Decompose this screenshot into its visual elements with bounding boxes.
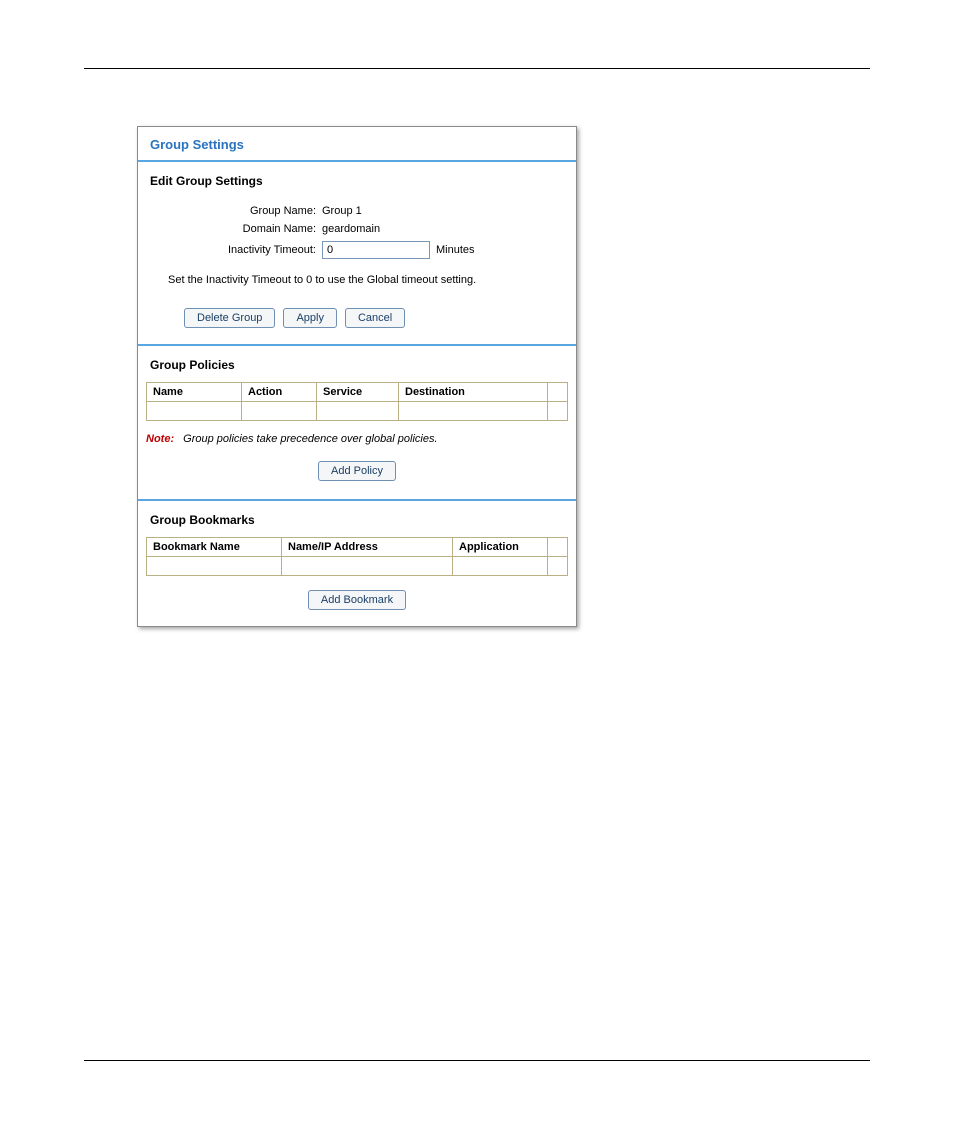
edit-section-title: Edit Group Settings	[138, 162, 576, 196]
policies-table: Name Action Service Destination	[146, 382, 568, 421]
col-bookmark-name: Bookmark Name	[147, 538, 282, 557]
cell-empty	[282, 557, 453, 576]
domain-name-value: geardomain	[322, 223, 576, 235]
cell-empty	[548, 402, 568, 421]
bookmarks-section-title: Group Bookmarks	[138, 501, 576, 535]
domain-name-label: Domain Name:	[138, 223, 322, 235]
cell-empty	[147, 402, 242, 421]
add-policy-button[interactable]: Add Policy	[318, 461, 396, 481]
inactivity-row: Inactivity Timeout: Minutes	[138, 238, 576, 262]
cell-empty	[317, 402, 399, 421]
cell-empty	[242, 402, 317, 421]
inactivity-unit: Minutes	[436, 244, 475, 256]
policies-note: Note: Group policies take precedence ove…	[138, 421, 576, 445]
table-row	[147, 402, 568, 421]
delete-group-button[interactable]: Delete Group	[184, 308, 275, 328]
group-settings-panel: Group Settings Edit Group Settings Group…	[137, 126, 577, 627]
group-name-row: Group Name: Group 1	[138, 202, 576, 220]
inactivity-help: Set the Inactivity Timeout to 0 to use t…	[138, 262, 576, 288]
edit-form: Group Name: Group 1 Domain Name: geardom…	[138, 196, 576, 262]
group-name-label: Group Name:	[138, 205, 322, 217]
table-row	[147, 557, 568, 576]
panel-title: Group Settings	[138, 127, 576, 158]
cancel-button[interactable]: Cancel	[345, 308, 405, 328]
group-name-value: Group 1	[322, 205, 576, 217]
col-action: Action	[242, 383, 317, 402]
bottom-divider	[84, 1060, 870, 1061]
note-text: Group policies take precedence over glob…	[183, 433, 437, 445]
note-label: Note:	[146, 433, 174, 445]
cell-empty	[453, 557, 548, 576]
add-bookmark-button[interactable]: Add Bookmark	[308, 590, 406, 610]
inactivity-input[interactable]	[322, 241, 430, 259]
top-divider	[84, 68, 870, 69]
policies-section-title: Group Policies	[138, 346, 576, 380]
col-name-ip: Name/IP Address	[282, 538, 453, 557]
domain-name-row: Domain Name: geardomain	[138, 220, 576, 238]
col-service: Service	[317, 383, 399, 402]
col-name: Name	[147, 383, 242, 402]
bookmarks-table: Bookmark Name Name/IP Address Applicatio…	[146, 537, 568, 576]
col-actions	[548, 383, 568, 402]
table-header-row: Name Action Service Destination	[147, 383, 568, 402]
col-destination: Destination	[399, 383, 548, 402]
cell-empty	[147, 557, 282, 576]
inactivity-label: Inactivity Timeout:	[138, 244, 322, 256]
col-actions	[548, 538, 568, 557]
edit-buttons: Delete Group Apply Cancel	[138, 288, 576, 342]
cell-empty	[548, 557, 568, 576]
table-header-row: Bookmark Name Name/IP Address Applicatio…	[147, 538, 568, 557]
cell-empty	[399, 402, 548, 421]
col-application: Application	[453, 538, 548, 557]
apply-button[interactable]: Apply	[283, 308, 337, 328]
